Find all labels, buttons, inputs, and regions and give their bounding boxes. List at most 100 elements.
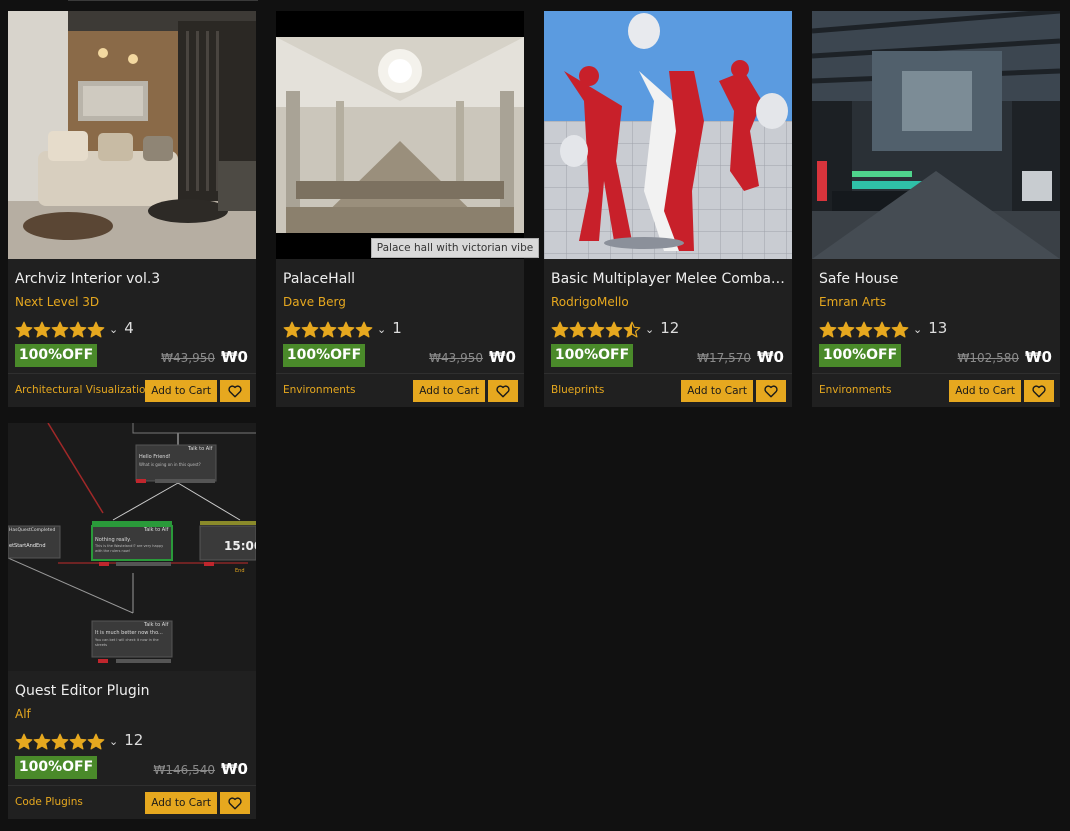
add-to-cart-button[interactable]: Add to Cart [145, 792, 217, 814]
sale-price: ₩0 [221, 760, 248, 778]
price-block: ₩43,950 ₩0 [161, 348, 248, 366]
add-to-cart-button[interactable]: Add to Cart [145, 380, 217, 402]
discount-badge: 100%OFF [15, 344, 97, 367]
star-icon [837, 321, 855, 338]
star-icon [605, 321, 623, 338]
product-card[interactable]: Archviz Interior vol.3 Next Level 3D ⌄ 4… [8, 11, 256, 407]
node-text: What is going on in this quest? [139, 462, 201, 467]
wishlist-button[interactable] [220, 380, 250, 402]
star-icon [319, 321, 337, 338]
category-link[interactable]: Code Plugins [15, 796, 83, 808]
node-title: Talk to Alf [188, 446, 213, 452]
card-footer: Blueprints Add to Cart [544, 373, 792, 407]
add-to-cart-button[interactable]: Add to Cart [413, 380, 485, 402]
rating-count: 13 [928, 319, 948, 337]
node-text: etStartAndEnd [9, 543, 46, 549]
product-card[interactable]: Talk to Alf Hello Friend! What is going … [8, 423, 256, 819]
star-rating [15, 733, 105, 751]
original-price: ₩146,540 [153, 763, 216, 777]
add-to-cart-button[interactable]: Add to Cart [949, 380, 1021, 402]
product-title[interactable]: Quest Editor Plugin [15, 683, 249, 699]
node-title: Talk to Alf [144, 622, 169, 628]
node-text: Nothing really. [95, 537, 131, 543]
rating[interactable]: ⌄ 4 [15, 319, 134, 341]
product-thumbnail[interactable] [812, 11, 1060, 259]
wishlist-button[interactable] [220, 792, 250, 814]
star-icon [51, 321, 69, 338]
star-icon [87, 321, 105, 338]
star-icon [337, 321, 355, 338]
product-author[interactable]: Next Level 3D [15, 295, 99, 309]
category-link[interactable]: Blueprints [551, 384, 604, 396]
product-card[interactable]: Basic Multiplayer Melee Combat ... Rodri… [544, 11, 792, 407]
discount-badge: 100%OFF [15, 756, 97, 779]
chevron-down-icon[interactable]: ⌄ [109, 323, 118, 336]
heart-icon [764, 384, 778, 397]
star-rating [283, 321, 373, 339]
product-author[interactable]: Alf [15, 707, 31, 721]
node-text: This is the Wasteland!? are very happy w… [95, 544, 164, 553]
rating[interactable]: ⌄ 12 [15, 731, 143, 753]
heart-icon [496, 384, 510, 397]
product-author[interactable]: Dave Berg [283, 295, 346, 309]
star-icon [15, 733, 33, 750]
wishlist-button[interactable] [488, 380, 518, 402]
product-title[interactable]: Basic Multiplayer Melee Combat ... [551, 271, 785, 287]
star-icon [355, 321, 373, 338]
image-tooltip: Palace hall with victorian vibe [371, 238, 539, 258]
rating-count: 1 [392, 319, 402, 337]
add-to-cart-button[interactable]: Add to Cart [681, 380, 753, 402]
product-grid: Archviz Interior vol.3 Next Level 3D ⌄ 4… [0, 0, 1070, 831]
product-thumbnail[interactable] [276, 11, 524, 259]
price-block: ₩146,540 ₩0 [154, 760, 248, 778]
chevron-down-icon[interactable]: ⌄ [913, 323, 922, 336]
rating-count: 12 [660, 319, 680, 337]
node-text: You can bet I will check it now in the s… [95, 638, 159, 647]
star-icon [69, 321, 87, 338]
product-title[interactable]: Safe House [819, 271, 1053, 287]
chevron-down-icon[interactable]: ⌄ [377, 323, 386, 336]
rating[interactable]: ⌄ 13 [819, 319, 947, 341]
star-icon [87, 733, 105, 750]
wishlist-button[interactable] [756, 380, 786, 402]
card-footer: Architectural Visualization Add to Cart [8, 373, 256, 407]
chevron-down-icon[interactable]: ⌄ [645, 323, 654, 336]
product-title[interactable]: Archviz Interior vol.3 [15, 271, 249, 287]
star-icon [33, 733, 51, 750]
price-block: ₩102,580 ₩0 [958, 348, 1052, 366]
rating[interactable]: ⌄ 12 [551, 319, 679, 341]
star-icon [891, 321, 909, 338]
node-timer: 15:00 [224, 539, 256, 553]
product-author[interactable]: Emran Arts [819, 295, 886, 309]
product-card[interactable]: PalaceHall Dave Berg ⌄ 1 100%OFF ₩43,950… [276, 11, 524, 407]
product-title[interactable]: PalaceHall [283, 271, 517, 287]
category-link[interactable]: Architectural Visualization [15, 384, 152, 396]
star-icon [69, 733, 87, 750]
star-icon [819, 321, 837, 338]
sale-price: ₩0 [757, 348, 784, 366]
wishlist-button[interactable] [1024, 380, 1054, 402]
heart-icon [228, 796, 242, 809]
discount-badge: 100%OFF [819, 344, 901, 367]
heart-icon [228, 384, 242, 397]
rating[interactable]: ⌄ 1 [283, 319, 402, 341]
card-footer: Code Plugins Add to Cart [8, 785, 256, 819]
rating-count: 4 [124, 319, 134, 337]
product-thumbnail[interactable] [8, 11, 256, 259]
heart-icon [1032, 384, 1046, 397]
product-thumbnail[interactable]: Talk to Alf Hello Friend! What is going … [8, 423, 256, 671]
star-icon [33, 321, 51, 338]
star-icon [855, 321, 873, 338]
card-footer: Environments Add to Cart [812, 373, 1060, 407]
category-link[interactable]: Environments [283, 384, 356, 396]
category-link[interactable]: Environments [819, 384, 892, 396]
product-card[interactable]: Safe House Emran Arts ⌄ 13 100%OFF ₩102,… [812, 11, 1060, 407]
node-text: Hello Friend! [139, 454, 171, 460]
star-icon [301, 321, 319, 338]
rating-count: 12 [124, 731, 144, 749]
product-thumbnail[interactable] [544, 11, 792, 259]
price-block: ₩17,570 ₩0 [697, 348, 784, 366]
product-author[interactable]: RodrigoMello [551, 295, 629, 309]
chevron-down-icon[interactable]: ⌄ [109, 735, 118, 748]
star-icon [51, 733, 69, 750]
